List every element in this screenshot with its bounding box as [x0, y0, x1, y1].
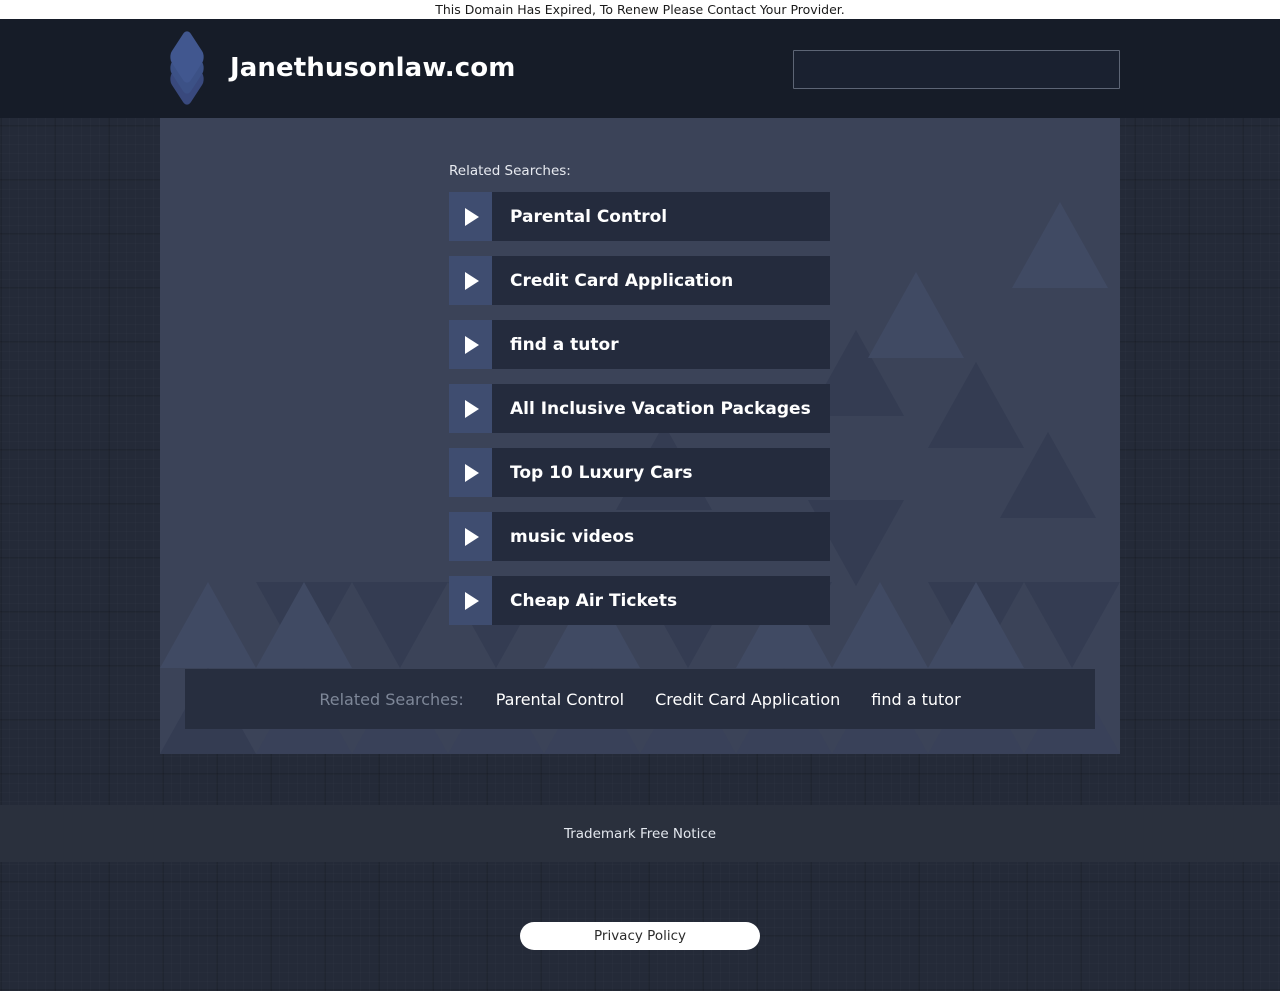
- related-strip-link-0[interactable]: Parental Control: [496, 690, 624, 709]
- related-strip-link-1[interactable]: Credit Card Application: [655, 690, 840, 709]
- related-searches-label-top: Related Searches:: [449, 163, 571, 179]
- privacy-policy-container: Privacy Policy: [0, 922, 1280, 950]
- related-searches-list: Parental Control Credit Card Application…: [449, 192, 830, 640]
- play-triangle-icon: [449, 192, 492, 241]
- play-triangle-icon: [449, 320, 492, 369]
- play-triangle-icon: [449, 576, 492, 625]
- trademark-free-notice-link[interactable]: Trademark Free Notice: [564, 826, 716, 842]
- related-search-label: Cheap Air Tickets: [492, 576, 830, 625]
- page-title: Janethusonlaw.com: [230, 53, 516, 83]
- layers-stack-icon: [160, 27, 214, 109]
- related-search-item-0[interactable]: Parental Control: [449, 192, 830, 241]
- related-search-label: Credit Card Application: [492, 256, 830, 305]
- related-strip-link-2[interactable]: find a tutor: [871, 690, 960, 709]
- play-triangle-icon: [449, 384, 492, 433]
- play-triangle-icon: [449, 448, 492, 497]
- related-search-label: Top 10 Luxury Cars: [492, 448, 830, 497]
- site-header: Janethusonlaw.com: [0, 19, 1280, 118]
- content-panel: Related Searches: Parental Control Credi…: [160, 118, 1120, 754]
- search-input[interactable]: [793, 50, 1120, 89]
- related-searches-strip: Related Searches: Parental Control Credi…: [185, 669, 1095, 729]
- related-searches-strip-label: Related Searches:: [319, 689, 464, 709]
- privacy-policy-button[interactable]: Privacy Policy: [520, 922, 760, 950]
- related-search-item-6[interactable]: Cheap Air Tickets: [449, 576, 830, 625]
- related-search-label: All Inclusive Vacation Packages: [492, 384, 830, 433]
- brand: Janethusonlaw.com: [160, 27, 516, 109]
- related-search-item-3[interactable]: All Inclusive Vacation Packages: [449, 384, 830, 433]
- related-search-item-1[interactable]: Credit Card Application: [449, 256, 830, 305]
- play-triangle-icon: [449, 256, 492, 305]
- related-search-item-5[interactable]: music videos: [449, 512, 830, 561]
- related-search-label: Parental Control: [492, 192, 830, 241]
- related-search-item-2[interactable]: find a tutor: [449, 320, 830, 369]
- play-triangle-icon: [449, 512, 492, 561]
- related-search-item-4[interactable]: Top 10 Luxury Cars: [449, 448, 830, 497]
- related-search-label: music videos: [492, 512, 830, 561]
- related-search-label: find a tutor: [492, 320, 830, 369]
- domain-expired-notice: This Domain Has Expired, To Renew Please…: [0, 0, 1280, 19]
- footer-band: Trademark Free Notice: [0, 805, 1280, 862]
